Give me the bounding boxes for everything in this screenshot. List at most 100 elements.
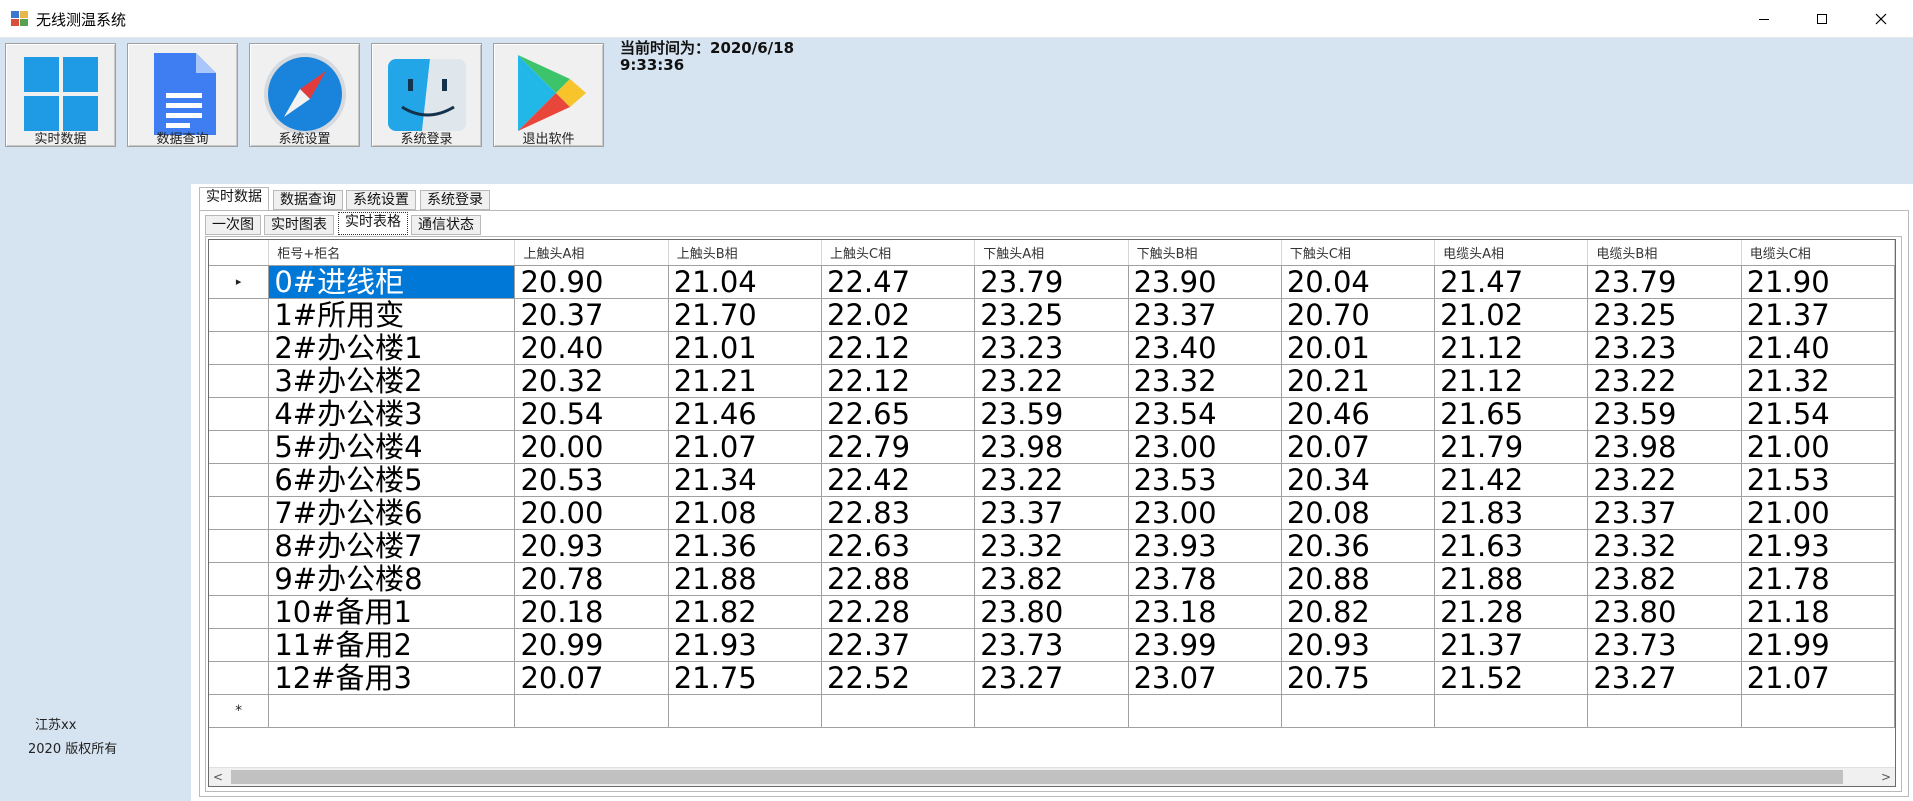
temperature-cell[interactable]: 22.83 (821, 496, 976, 530)
temperature-cell[interactable]: 21.42 (1434, 463, 1589, 497)
empty-cell[interactable] (1434, 694, 1589, 728)
table-row[interactable]: 5#办公楼4 20.00 21.07 22.79 23.98 23.00 20.07 21.7… (209, 430, 1895, 464)
temperature-cell[interactable]: 23.32 (1128, 364, 1282, 398)
row-header[interactable] (209, 628, 270, 662)
row-header[interactable] (209, 298, 270, 332)
temperature-cell[interactable]: 20.82 (1281, 595, 1436, 629)
temperature-cell[interactable]: 22.79 (821, 430, 976, 464)
temperature-cell[interactable]: 23.59 (974, 397, 1129, 431)
temperature-cell[interactable]: 21.01 (668, 331, 823, 365)
temperature-cell[interactable]: 23.23 (974, 331, 1129, 365)
temperature-cell[interactable]: 23.32 (1587, 529, 1742, 563)
empty-cell[interactable] (1128, 694, 1282, 728)
column-header[interactable]: 上触头B相 (668, 240, 823, 266)
temperature-cell[interactable]: 21.36 (668, 529, 823, 563)
temperature-cell[interactable]: 21.04 (668, 265, 823, 299)
temperature-cell[interactable]: 23.07 (1128, 661, 1282, 695)
subtab-realtime-chart[interactable]: 实时图表 (264, 215, 334, 235)
temperature-cell[interactable]: 21.02 (1434, 298, 1589, 332)
temperature-cell[interactable]: 23.22 (974, 364, 1129, 398)
table-row[interactable]: ▸ 0#进线柜 20.90 21.04 22.47 23.79 23.90 20.04 21.4… (209, 265, 1895, 299)
temperature-cell[interactable]: 23.25 (1587, 298, 1742, 332)
temperature-cell[interactable]: 20.07 (1281, 430, 1436, 464)
temperature-cell[interactable]: 23.79 (1587, 265, 1742, 299)
table-row[interactable]: 7#办公楼6 20.00 21.08 22.83 23.37 23.00 20.08 21.8… (209, 496, 1895, 530)
temperature-cell[interactable]: 20.37 (514, 298, 669, 332)
temperature-cell[interactable]: 21.93 (668, 628, 823, 662)
temperature-cell[interactable]: 23.37 (1587, 496, 1742, 530)
temperature-cell[interactable]: 20.93 (514, 529, 669, 563)
column-header[interactable]: 下触头A相 (974, 240, 1129, 266)
temperature-cell[interactable]: 22.12 (821, 364, 976, 398)
column-header[interactable]: 上触头C相 (821, 240, 976, 266)
temperature-cell[interactable]: 22.42 (821, 463, 976, 497)
temperature-cell[interactable]: 23.73 (1587, 628, 1742, 662)
temperature-cell[interactable]: 20.32 (514, 364, 669, 398)
tab-system-settings[interactable]: 系统设置 (346, 190, 416, 210)
temperature-cell[interactable]: 23.27 (974, 661, 1129, 695)
empty-cell[interactable] (1741, 694, 1895, 728)
cabinet-name-cell[interactable]: 6#办公楼5 (268, 463, 516, 497)
temperature-cell[interactable]: 20.08 (1281, 496, 1436, 530)
temperature-cell[interactable]: 20.93 (1281, 628, 1436, 662)
data-grid[interactable]: 柜号+柜名 上触头A相 上触头B相 上触头C相 下触头A相 下触头B相 下触头C… (208, 239, 1896, 787)
temperature-cell[interactable]: 21.54 (1741, 397, 1895, 431)
data-query-button[interactable]: 数据查询 (127, 43, 238, 147)
row-header[interactable] (209, 496, 270, 530)
temperature-cell[interactable]: 21.00 (1741, 496, 1895, 530)
system-settings-button[interactable]: 系统设置 (249, 43, 360, 147)
realtime-data-button[interactable]: 实时数据 (5, 43, 116, 147)
temperature-cell[interactable]: 23.32 (974, 529, 1129, 563)
temperature-cell[interactable]: 23.90 (1128, 265, 1282, 299)
empty-cell[interactable] (668, 694, 823, 728)
column-header[interactable]: 上触头A相 (514, 240, 669, 266)
temperature-cell[interactable]: 23.23 (1587, 331, 1742, 365)
temperature-cell[interactable]: 21.88 (1434, 562, 1589, 596)
temperature-cell[interactable]: 20.53 (514, 463, 669, 497)
table-row[interactable]: 6#办公楼5 20.53 21.34 22.42 23.22 23.53 20.34 21.4… (209, 463, 1895, 497)
cabinet-name-cell[interactable]: 11#备用2 (268, 628, 516, 662)
cabinet-name-cell[interactable]: 9#办公楼8 (268, 562, 516, 596)
temperature-cell[interactable]: 21.28 (1434, 595, 1589, 629)
temperature-cell[interactable]: 20.07 (514, 661, 669, 695)
temperature-cell[interactable]: 20.01 (1281, 331, 1436, 365)
cabinet-name-cell[interactable]: 8#办公楼7 (268, 529, 516, 563)
temperature-cell[interactable]: 23.25 (974, 298, 1129, 332)
temperature-cell[interactable]: 20.40 (514, 331, 669, 365)
row-header[interactable] (209, 529, 270, 563)
table-row[interactable]: 12#备用3 20.07 21.75 22.52 23.27 23.07 20.75 21.5… (209, 661, 1895, 695)
temperature-cell[interactable]: 21.40 (1741, 331, 1895, 365)
temperature-cell[interactable]: 21.53 (1741, 463, 1895, 497)
cabinet-name-cell[interactable]: 4#办公楼3 (268, 397, 516, 431)
temperature-cell[interactable]: 21.32 (1741, 364, 1895, 398)
temperature-cell[interactable]: 21.00 (1741, 430, 1895, 464)
system-login-button[interactable]: 系统登录 (371, 43, 482, 147)
row-header[interactable] (209, 463, 270, 497)
tab-realtime-data[interactable]: 实时数据 (199, 187, 269, 210)
temperature-cell[interactable]: 21.63 (1434, 529, 1589, 563)
column-header[interactable]: 电缆头C相 (1741, 240, 1895, 266)
tab-data-query[interactable]: 数据查询 (273, 190, 343, 210)
cabinet-name-cell[interactable]: 3#办公楼2 (268, 364, 516, 398)
temperature-cell[interactable]: 22.02 (821, 298, 976, 332)
temperature-cell[interactable]: 22.52 (821, 661, 976, 695)
temperature-cell[interactable]: 23.82 (1587, 562, 1742, 596)
temperature-cell[interactable]: 21.18 (1741, 595, 1895, 629)
temperature-cell[interactable]: 23.37 (974, 496, 1129, 530)
new-row-marker[interactable]: * (209, 694, 270, 728)
temperature-cell[interactable]: 23.93 (1128, 529, 1282, 563)
new-row[interactable]: * (209, 694, 1895, 728)
temperature-cell[interactable]: 20.34 (1281, 463, 1436, 497)
cabinet-name-cell[interactable]: 2#办公楼1 (268, 331, 516, 365)
temperature-cell[interactable]: 21.83 (1434, 496, 1589, 530)
temperature-cell[interactable]: 23.79 (974, 265, 1129, 299)
temperature-cell[interactable]: 23.98 (1587, 430, 1742, 464)
temperature-cell[interactable]: 20.04 (1281, 265, 1436, 299)
temperature-cell[interactable]: 23.73 (974, 628, 1129, 662)
temperature-cell[interactable]: 22.37 (821, 628, 976, 662)
column-header[interactable]: 下触头B相 (1128, 240, 1282, 266)
temperature-cell[interactable]: 21.88 (668, 562, 823, 596)
cabinet-name-cell[interactable]: 0#进线柜 (268, 265, 516, 299)
table-row[interactable]: 4#办公楼3 20.54 21.46 22.65 23.59 23.54 20.46 21.6… (209, 397, 1895, 431)
temperature-cell[interactable]: 22.47 (821, 265, 976, 299)
